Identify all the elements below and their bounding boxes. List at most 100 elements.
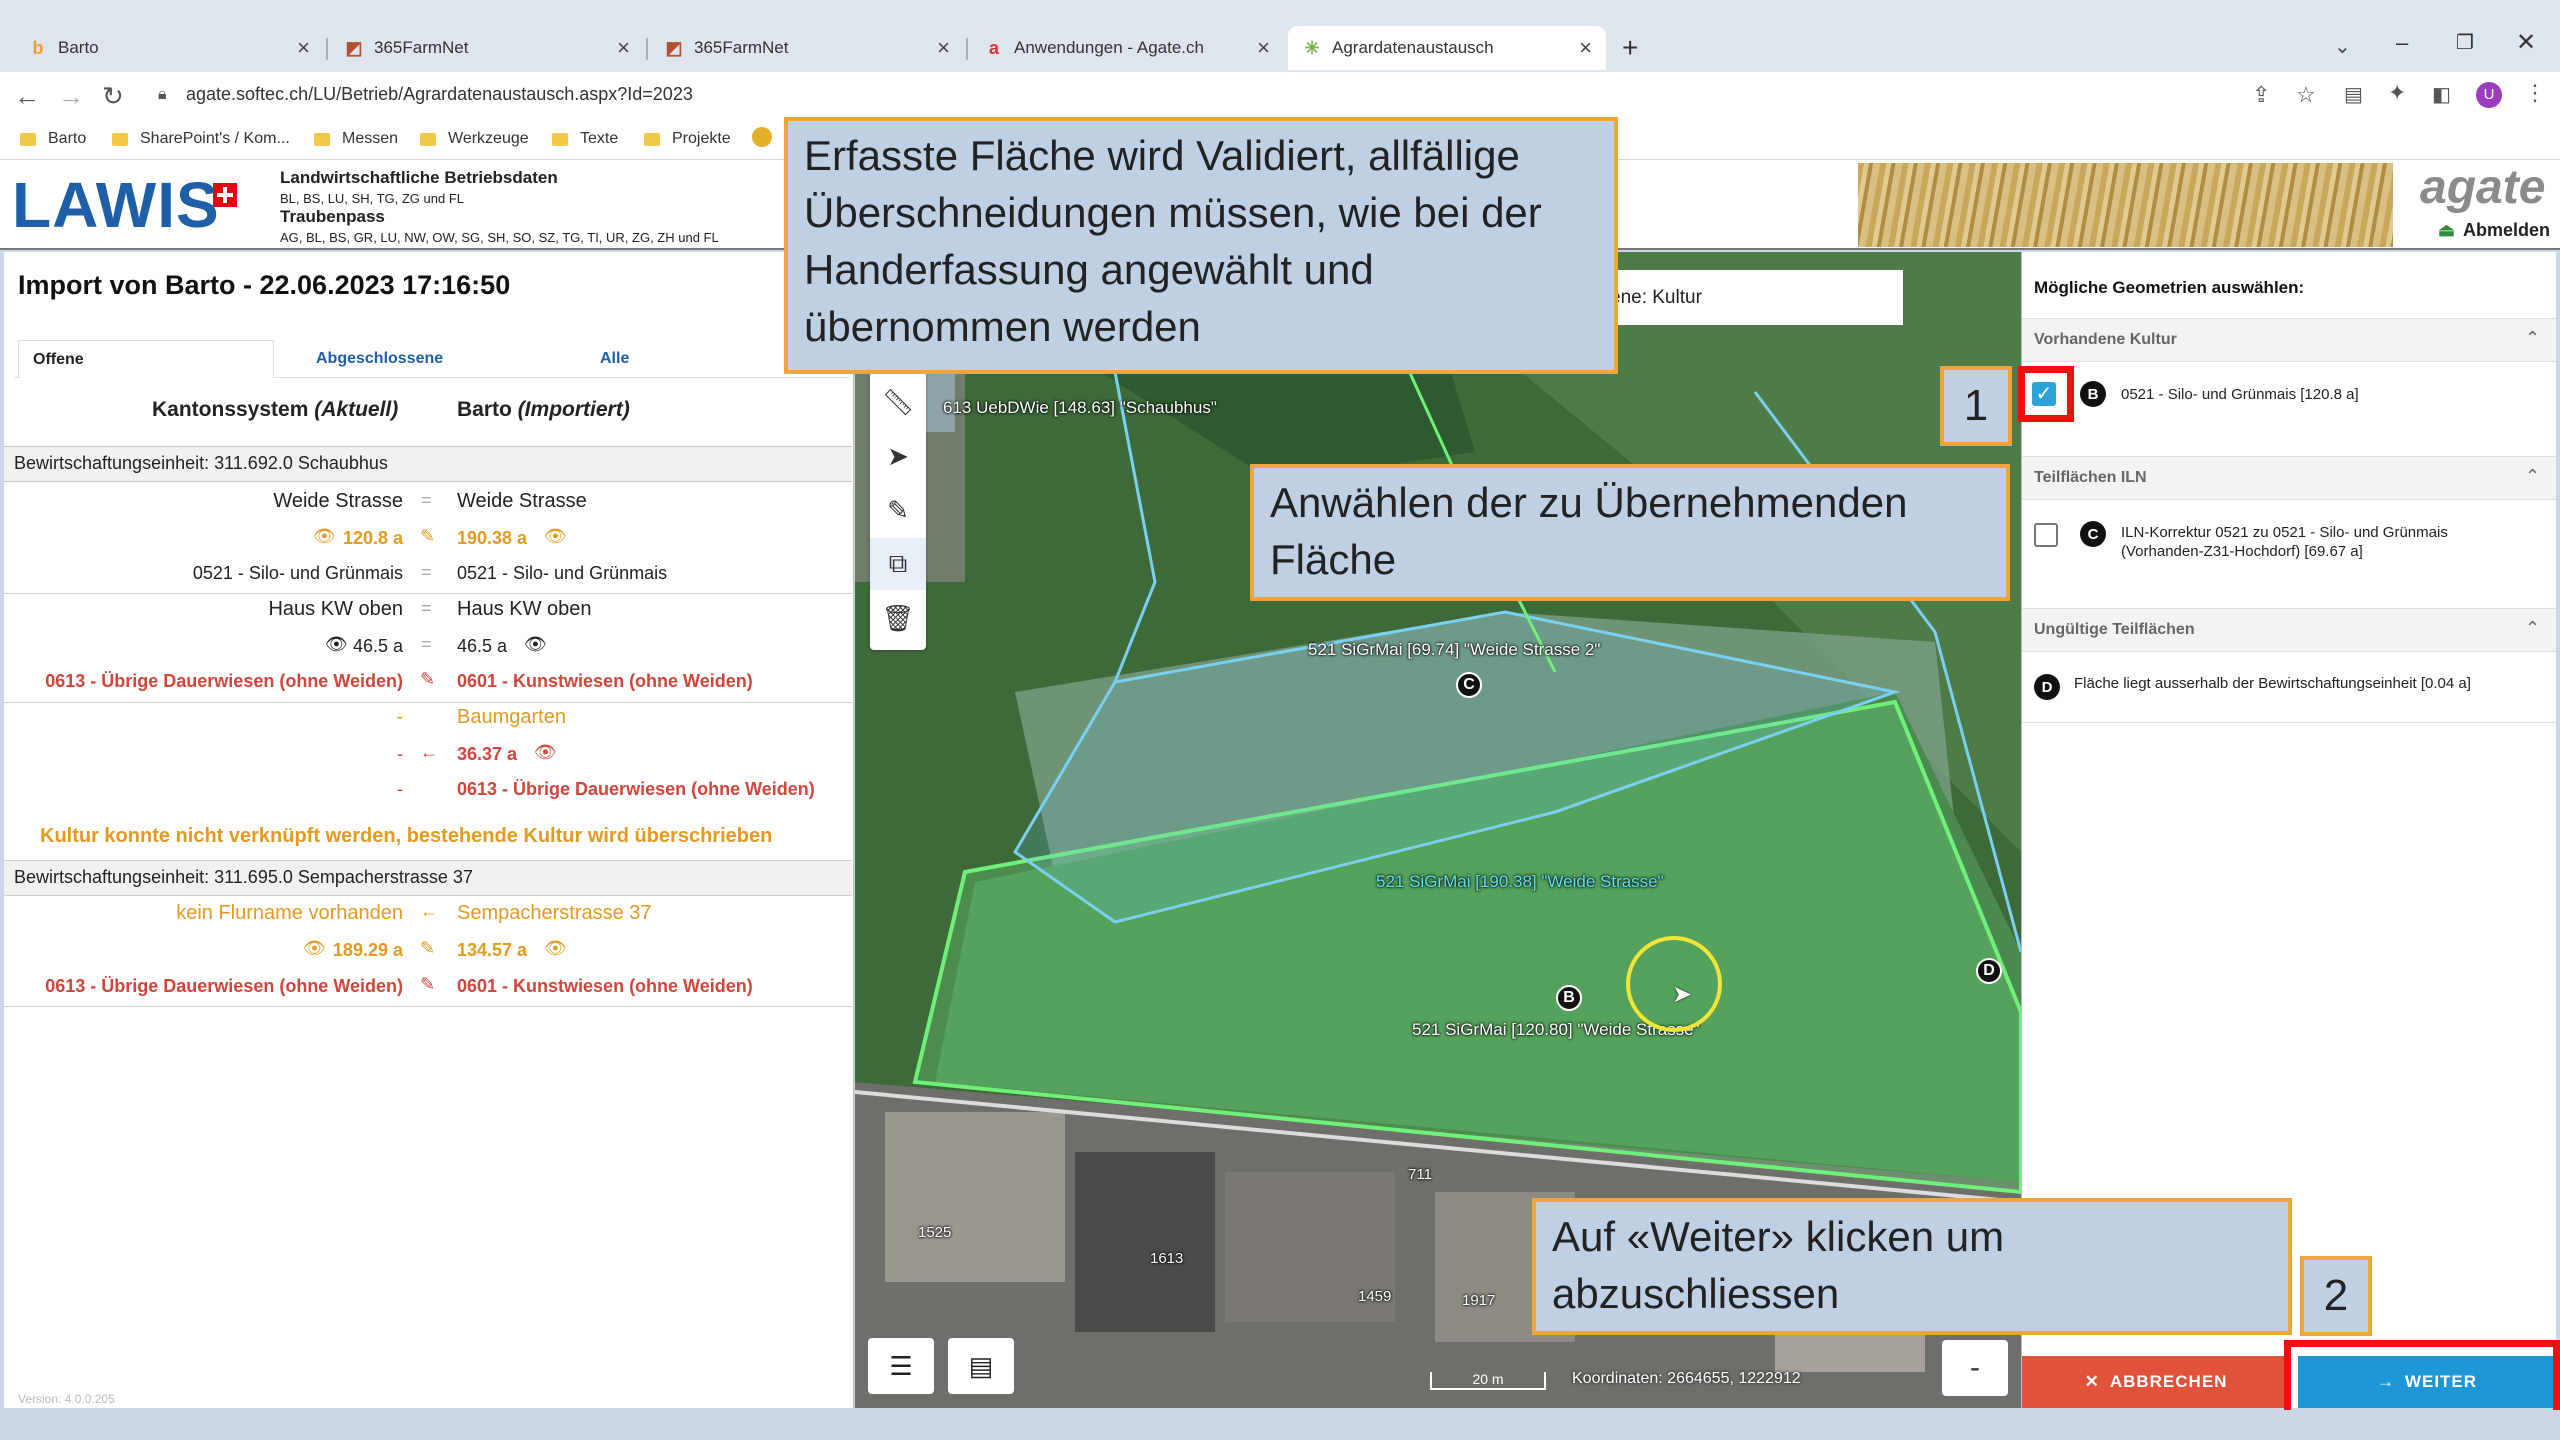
bookmark-projekte[interactable]: Projekte — [644, 130, 731, 148]
new-tab-button[interactable]: + — [1622, 32, 1638, 64]
profile-avatar[interactable]: U — [2476, 82, 2502, 108]
left-area: 189.29 a — [332, 940, 403, 960]
back-arrow-icon[interactable]: ← — [14, 82, 40, 110]
select-pointer-icon[interactable]: ➤ — [870, 430, 926, 482]
farmnet-favicon-icon: ◩ — [345, 38, 363, 58]
cancel-button[interactable]: ✕ ABBRECHEN — [2022, 1356, 2290, 1408]
layers-icon[interactable]: ☰ — [868, 1338, 934, 1394]
swiss-flag-icon — [213, 183, 237, 207]
left-area: 120.8 a — [342, 528, 403, 548]
restore-window-icon[interactable]: ❐ — [2456, 30, 2474, 55]
tab-separator — [966, 38, 968, 60]
puzzle-icon[interactable]: ✦ — [2388, 80, 2406, 106]
folder-icon — [314, 132, 330, 146]
geometry-option-label: ILN-Korrektur 0521 zu 0521 - Silo- und G… — [2121, 524, 2448, 541]
lock-icon: 🔒︎ — [158, 86, 167, 103]
map-toolbar: 📏︎ ➤ ✎ ⧉ 🗑︎ — [870, 372, 926, 650]
reload-icon[interactable]: ↻ — [102, 82, 124, 110]
bookmark-barto[interactable]: Barto — [20, 130, 86, 148]
map-marker-c[interactable]: C — [1456, 672, 1482, 698]
eye-icon[interactable]: 👁︎ — [303, 938, 326, 959]
eye-icon[interactable]: 👁︎ — [524, 634, 547, 655]
map-marker-d[interactable]: D — [1976, 958, 2002, 984]
tab-anwendungen-agate[interactable]: a Anwendungen - Agate.ch × — [970, 26, 1284, 70]
geometry-option-sublabel: (Vorhanden-Z31-Hochdorf) [69.67 a] — [2121, 543, 2363, 560]
arrow-left-icon: ← — [420, 742, 438, 762]
sidepanel-icon[interactable]: ◧ — [2432, 82, 2451, 107]
chevron-up-icon[interactable]: ⌃ — [2525, 618, 2540, 639]
chevron-up-icon[interactable]: ⌃ — [2525, 466, 2540, 487]
delete-trash-icon[interactable]: 🗑︎ — [870, 592, 926, 644]
step-number-1: 1 — [1940, 366, 2012, 446]
chevron-up-icon[interactable]: ⌃ — [2525, 328, 2540, 349]
minimize-window-icon[interactable]: – — [2396, 30, 2408, 56]
tab-365farmnet-2[interactable]: ◩ 365FarmNet × — [650, 26, 964, 70]
right-flurname: Weide Strasse — [457, 490, 587, 512]
column-header-barto: Barto (Importiert) — [457, 398, 630, 421]
close-tab-icon[interactable]: × — [1257, 37, 1270, 59]
eye-icon[interactable]: 👁︎ — [313, 526, 336, 547]
divider — [4, 702, 852, 703]
map-number: 1613 — [1150, 1250, 1184, 1267]
eye-icon[interactable]: 👁︎ — [544, 526, 567, 547]
bookmark-werkzeuge[interactable]: Werkzeuge — [420, 130, 529, 148]
close-tab-icon[interactable]: × — [1579, 37, 1592, 59]
tab-abgeschlossene[interactable]: Abgeschlossene — [316, 340, 443, 378]
section-label: Teilflächen ILN — [2034, 469, 2147, 486]
layer-selector[interactable]: ene: Kultur — [1590, 270, 1903, 325]
unit-label: Bewirtschaftungseinheit: 311.692.0 Schau… — [14, 453, 388, 473]
callout-click-next: Auf «Weiter» klicken um abzuschliessen — [1532, 1198, 2292, 1335]
right-area: 36.37 a — [457, 744, 518, 764]
bookmark-texte[interactable]: Texte — [552, 130, 618, 148]
menu-dots-icon[interactable]: ⋮ — [2524, 80, 2546, 106]
close-tab-icon[interactable]: × — [937, 37, 950, 59]
bookmark-sharepoint[interactable]: SharePoint's / Kom... — [112, 130, 290, 148]
zoom-out-button[interactable]: - — [1942, 1340, 2008, 1396]
bookmark-messen[interactable]: Messen — [314, 130, 398, 148]
map-number: 711 — [1408, 1166, 1432, 1183]
legend-list-icon[interactable]: ▤ — [948, 1338, 1014, 1394]
close-window-icon[interactable]: ✕ — [2516, 28, 2536, 57]
share-icon[interactable]: ⇪ — [2252, 82, 2270, 108]
left-flurname: Weide Strasse — [273, 490, 403, 512]
close-tab-icon[interactable]: × — [297, 37, 310, 59]
forward-arrow-icon[interactable]: → — [58, 82, 84, 110]
tab-365farmnet-1[interactable]: ◩ 365FarmNet × — [330, 26, 644, 70]
eye-icon[interactable]: 👁︎ — [544, 938, 567, 959]
tab-title: Anwendungen - Agate.ch — [1014, 38, 1204, 57]
eye-icon[interactable]: 👁︎ — [534, 742, 557, 763]
url-field[interactable]: agate.softec.ch/LU/Betrieb/Agrardatenaus… — [186, 84, 693, 105]
bookmark-star-icon[interactable]: ☆ — [2296, 82, 2316, 108]
map-label-weide-strasse-190: 521 SiGrMai [190.38] "Weide Strasse" — [1376, 872, 1664, 891]
checkbox-iln-korrektur[interactable] — [2034, 523, 2058, 547]
pencil-icon: ✎ — [420, 526, 436, 546]
logout-link[interactable]: ⏏ Abmelden — [2438, 220, 2550, 241]
farmnet-favicon-icon: ◩ — [665, 38, 683, 58]
tab-list-chevron-icon[interactable]: ⌄ — [2334, 34, 2351, 59]
close-tab-icon[interactable]: × — [617, 37, 630, 59]
bookmark-favicon-icon[interactable] — [752, 127, 772, 147]
left-flurname: Haus KW oben — [268, 598, 403, 620]
divider — [4, 481, 852, 482]
tab-alle[interactable]: Alle — [600, 340, 629, 378]
warning-message: Kultur konnte nicht verknüpft werden, be… — [40, 825, 773, 847]
wheat-banner-image — [1858, 163, 2393, 247]
extension-icon[interactable]: ▤ — [2344, 82, 2363, 107]
invalid-area-label: Fläche liegt ausserhalb der Bewirtschaft… — [2074, 675, 2471, 692]
tab-barto[interactable]: b Barto × — [14, 26, 324, 70]
header-cantons: BL, BS, LU, SH, TG, ZG und FL — [280, 191, 464, 206]
left-kultur: 0521 - Silo- und Grünmais — [192, 563, 403, 583]
left-area: - — [397, 744, 403, 764]
version-label: Version: 4.0.0.205 — [18, 1392, 115, 1406]
edit-pencil-icon[interactable]: ✎ — [870, 484, 926, 536]
geometry-option-label: 0521 - Silo- und Grünmais [120.8 a] — [2121, 386, 2359, 403]
section-label: Ungültige Teilflächen — [2034, 621, 2195, 638]
measure-ruler-icon[interactable]: 📏︎ — [870, 376, 926, 428]
divider — [4, 1006, 852, 1007]
tab-agrardatenaustausch[interactable]: ✳ Agrardatenaustausch × — [1288, 26, 1606, 70]
copy-geometry-icon[interactable]: ⧉ — [870, 538, 926, 590]
right-flurname: Baumgarten — [457, 706, 566, 728]
eye-icon[interactable]: 👁︎ — [325, 634, 348, 655]
tab-offene[interactable]: Offene — [18, 340, 274, 378]
map-marker-b[interactable]: B — [1556, 985, 1582, 1011]
